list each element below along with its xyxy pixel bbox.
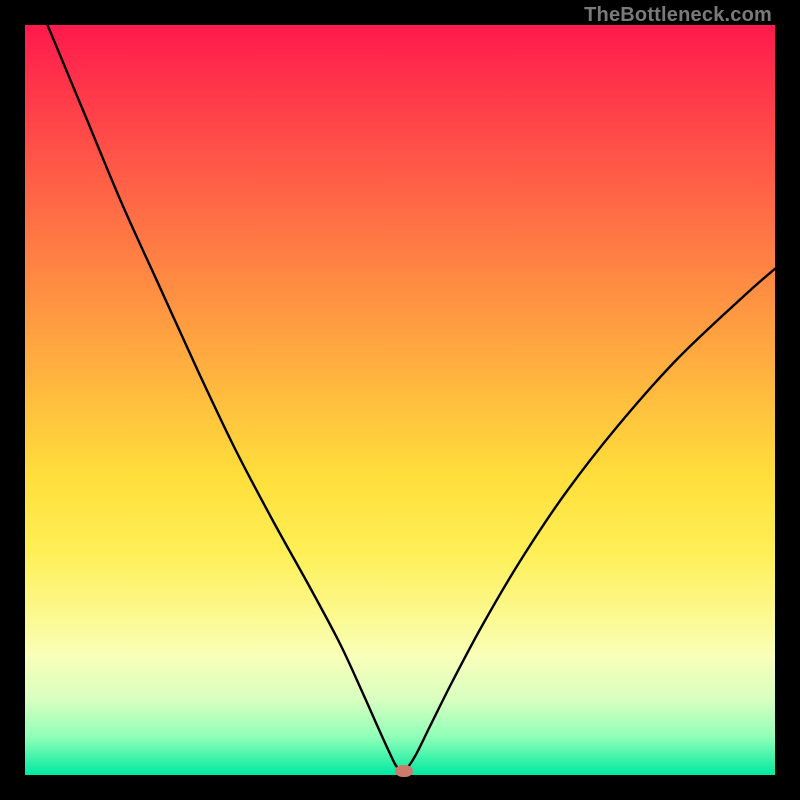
optimum-marker-icon xyxy=(395,765,413,777)
chart-frame: TheBottleneck.com xyxy=(0,0,800,800)
bottleneck-curve xyxy=(25,25,775,775)
watermark-text: TheBottleneck.com xyxy=(584,4,772,27)
plot-area xyxy=(25,25,775,775)
